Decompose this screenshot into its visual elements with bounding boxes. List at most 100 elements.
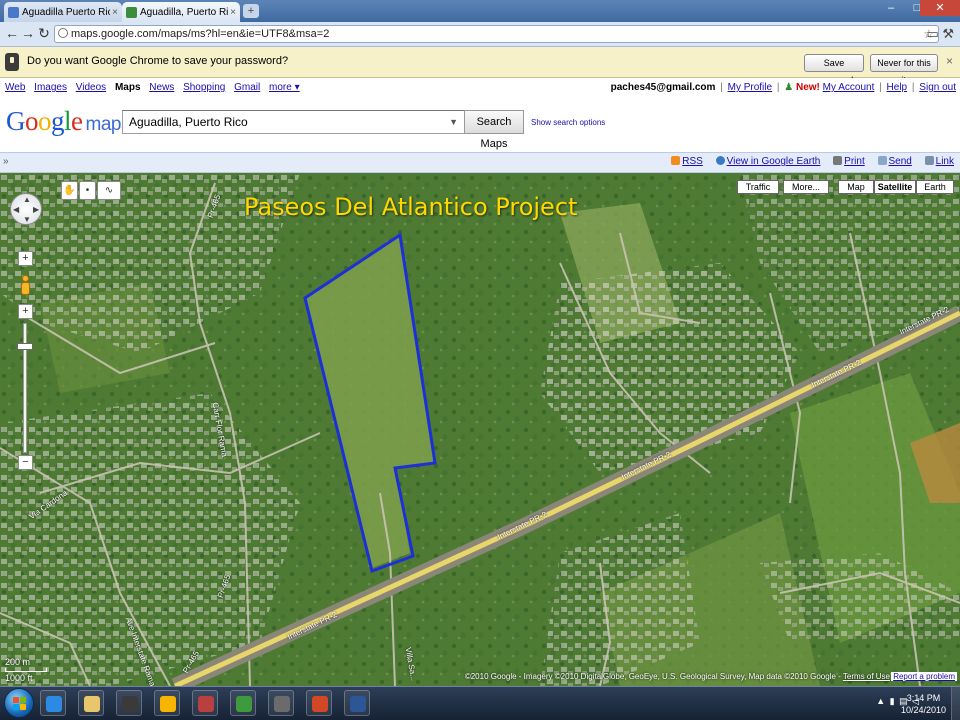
logo-letter: o xyxy=(38,106,52,136)
view-in-google-earth-link[interactable]: View in Google Earth xyxy=(715,156,821,167)
pan-left-icon[interactable]: ◀ xyxy=(13,205,19,214)
tab-close-icon[interactable]: × xyxy=(112,7,118,18)
explorer-folder-taskbar-button[interactable] xyxy=(78,690,104,716)
new-badge: New! xyxy=(795,82,820,93)
show-search-options-link[interactable]: Show search options xyxy=(531,118,605,127)
link-videos[interactable]: Videos xyxy=(76,82,106,93)
address-bar[interactable]: maps.google.com/maps/ms?hl=en&ie=UTF8&ms… xyxy=(54,25,939,43)
collapse-panel-icon[interactable]: » xyxy=(3,156,9,167)
traffic-button[interactable]: Traffic xyxy=(737,180,779,194)
close-window-button[interactable]: ✕ xyxy=(920,0,960,16)
satellite-type-button[interactable]: Satellite xyxy=(874,180,916,194)
key-icon xyxy=(5,53,19,71)
google-bar: Web Images Videos Maps News Shopping Gma… xyxy=(0,78,960,98)
link-web[interactable]: Web xyxy=(5,82,25,93)
pan-control[interactable]: ▲ ▼ ◀ ▶ xyxy=(10,193,42,225)
search-maps-button[interactable]: Search Maps xyxy=(464,110,524,150)
new-tab-button[interactable]: + xyxy=(243,4,259,18)
pan-right-icon[interactable]: ▶ xyxy=(33,205,39,214)
dropdown-arrow-icon[interactable]: ▼ xyxy=(449,111,458,133)
help-link[interactable]: Help xyxy=(887,82,908,93)
word-icon xyxy=(350,696,366,712)
my-profile-link[interactable]: My Profile xyxy=(728,82,772,93)
media-player-taskbar-button[interactable] xyxy=(154,690,180,716)
map-type-button[interactable]: Map xyxy=(838,180,874,194)
browser-tab-strip: Aguadilla Puerto Rico Cr... × Aguadilla,… xyxy=(0,0,960,22)
chrome-icon xyxy=(236,696,252,712)
browser-tab-active[interactable]: Aguadilla, Puerto Rico - ... × xyxy=(122,2,240,22)
back-button[interactable]: ← xyxy=(4,25,20,41)
zoom-slider-thumb[interactable] xyxy=(17,342,33,350)
link-gmail[interactable]: Gmail xyxy=(234,82,260,93)
search-input[interactable]: Aguadilla, Puerto Rico ▼ xyxy=(122,110,465,134)
my-account-link[interactable]: My Account xyxy=(823,82,875,93)
earth-type-button[interactable]: Earth xyxy=(916,180,954,194)
sign-out-link[interactable]: Sign out xyxy=(919,82,956,93)
link-news[interactable]: News xyxy=(149,82,174,93)
project-title-overlay: Paseos Del Atlantico Project xyxy=(244,193,578,221)
forward-button[interactable]: → xyxy=(20,25,36,41)
google-maps-logo[interactable]: Google maps xyxy=(6,106,130,137)
minimize-button[interactable]: – xyxy=(878,0,904,16)
powerpoint-taskbar-button[interactable] xyxy=(306,690,332,716)
rss-icon xyxy=(671,156,681,165)
never-for-this-site-button[interactable]: Never for this site xyxy=(870,54,938,85)
chrome-taskbar-button[interactable] xyxy=(230,690,256,716)
browser-tab[interactable]: Aguadilla Puerto Rico Cr... × xyxy=(4,2,122,22)
windows-logo-icon xyxy=(20,697,26,703)
more-button[interactable]: More... xyxy=(783,180,829,194)
games-taskbar-button[interactable] xyxy=(192,690,218,716)
pan-up-icon[interactable]: ▲ xyxy=(23,195,31,204)
powerpoint-icon xyxy=(312,696,328,712)
copyright-text: ©2010 Google - Imagery ©2010 DigitalGlob… xyxy=(464,672,841,681)
reload-button[interactable]: ↻ xyxy=(36,25,52,42)
link-icon xyxy=(924,156,934,165)
link-more[interactable]: more ▾ xyxy=(269,82,300,93)
pegman-icon[interactable] xyxy=(19,275,31,297)
scale-secondary: 1000 ft xyxy=(5,673,33,683)
placemark-icon[interactable]: • xyxy=(79,181,96,200)
logo-letter: o xyxy=(25,106,39,136)
pan-down-icon[interactable]: ▼ xyxy=(23,215,31,224)
zoom-out-button[interactable]: − xyxy=(18,455,33,470)
url-text: maps.google.com/maps/ms?hl=en&ie=UTF8&ms… xyxy=(71,28,330,40)
logo-letter: l xyxy=(64,106,72,136)
person-icon: ♟ xyxy=(784,82,794,93)
logo-letter: e xyxy=(71,106,83,136)
rss-label: RSS xyxy=(682,156,703,167)
media-center-taskbar-button[interactable] xyxy=(116,690,142,716)
start-button[interactable] xyxy=(4,688,34,718)
print-link[interactable]: Print xyxy=(833,156,865,167)
terms-of-use-link[interactable]: Terms of Use xyxy=(843,672,890,681)
word-taskbar-button[interactable] xyxy=(344,690,370,716)
page-menu-icon[interactable]: ▭ ⚒ xyxy=(926,26,954,42)
infobar-message: Do you want Google Chrome to save your p… xyxy=(27,55,289,67)
line-icon[interactable]: ∿ xyxy=(97,181,121,200)
zoom-in-button[interactable]: + xyxy=(18,251,33,266)
earth-icon xyxy=(715,156,725,165)
clock[interactable]: 3:14 PM 10/24/2010 xyxy=(901,692,946,716)
tab-title: Aguadilla Puerto Rico Cr... xyxy=(22,6,111,18)
separator: | xyxy=(720,82,723,93)
map-actions: RSS View in Google Earth Print Send Link xyxy=(661,156,954,167)
link-link[interactable]: Link xyxy=(924,156,954,167)
tab-close-icon[interactable]: × xyxy=(230,7,236,18)
earth-label: View in Google Earth xyxy=(726,156,821,167)
hand-icon[interactable]: ✋ xyxy=(61,181,78,200)
zoom-in-step-button[interactable]: + xyxy=(18,304,33,319)
close-icon[interactable]: × xyxy=(946,54,953,68)
favicon-icon xyxy=(8,6,19,18)
internet-explorer-taskbar-button[interactable] xyxy=(40,690,66,716)
rss-link[interactable]: RSS xyxy=(671,156,703,167)
link-images[interactable]: Images xyxy=(34,82,67,93)
satellite-map[interactable]: Paseos Del Atlantico Project Interstate … xyxy=(0,173,960,686)
windows-logo-icon xyxy=(13,704,19,710)
globe-icon xyxy=(58,28,68,38)
save-password-button[interactable]: Save password xyxy=(804,54,864,85)
report-a-problem-link[interactable]: Report a problem xyxy=(891,672,957,681)
link-shopping[interactable]: Shopping xyxy=(183,82,225,93)
show-desktop-button[interactable] xyxy=(951,687,960,720)
games-icon xyxy=(198,696,214,712)
send-link[interactable]: Send xyxy=(877,156,912,167)
checkers-taskbar-button[interactable] xyxy=(268,690,294,716)
